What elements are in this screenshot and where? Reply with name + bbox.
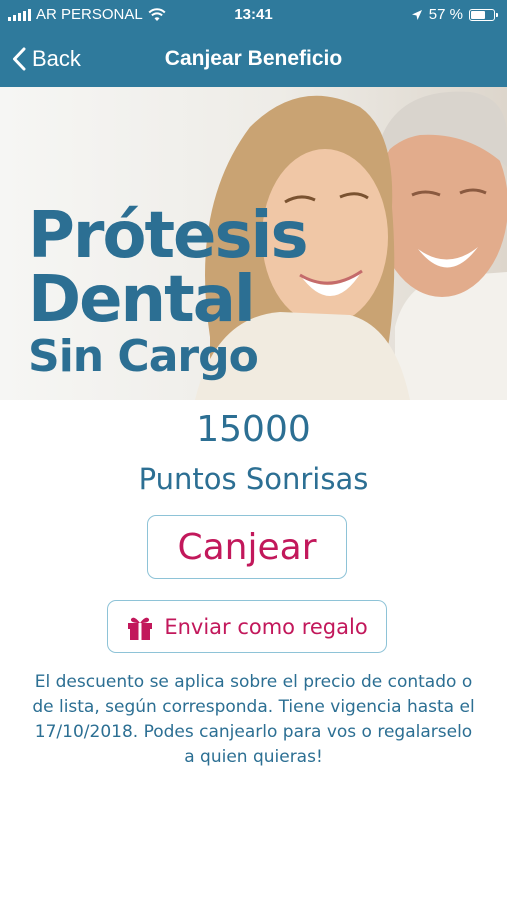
banner-line-3: Sin Cargo xyxy=(28,331,259,382)
navigation-bar: Back Canjear Beneficio xyxy=(0,30,507,87)
send-as-gift-button[interactable]: Enviar como regalo xyxy=(107,600,387,653)
banner-headline: Prótesis Dental Sin Cargo xyxy=(28,199,309,382)
send-as-gift-label: Enviar como regalo xyxy=(164,614,368,639)
status-right: 57 % xyxy=(411,6,498,23)
back-button[interactable]: Back xyxy=(12,30,81,87)
back-chevron-icon xyxy=(13,47,26,70)
points-label: Puntos Sonrisas xyxy=(138,462,369,496)
battery-percentage: 57 % xyxy=(428,6,463,23)
banner-line-1: Prótesis xyxy=(28,199,309,273)
back-label: Back xyxy=(32,45,81,71)
banner-line-2: Dental xyxy=(28,263,256,337)
redeem-button-label: Canjear xyxy=(177,526,317,568)
battery-level xyxy=(471,10,485,19)
benefit-description: El descuento se aplica sobre el precio d… xyxy=(32,672,475,767)
battery-icon xyxy=(469,8,498,21)
benefit-banner: Prótesis Dental Sin Cargo xyxy=(0,87,507,400)
gift-icon xyxy=(128,617,153,640)
location-arrow-icon xyxy=(411,9,422,20)
status-bar: AR PERSONAL 13:41 57 % xyxy=(0,0,507,30)
points-value: 15000 xyxy=(196,409,311,450)
redeem-button[interactable]: Canjear xyxy=(147,515,347,579)
